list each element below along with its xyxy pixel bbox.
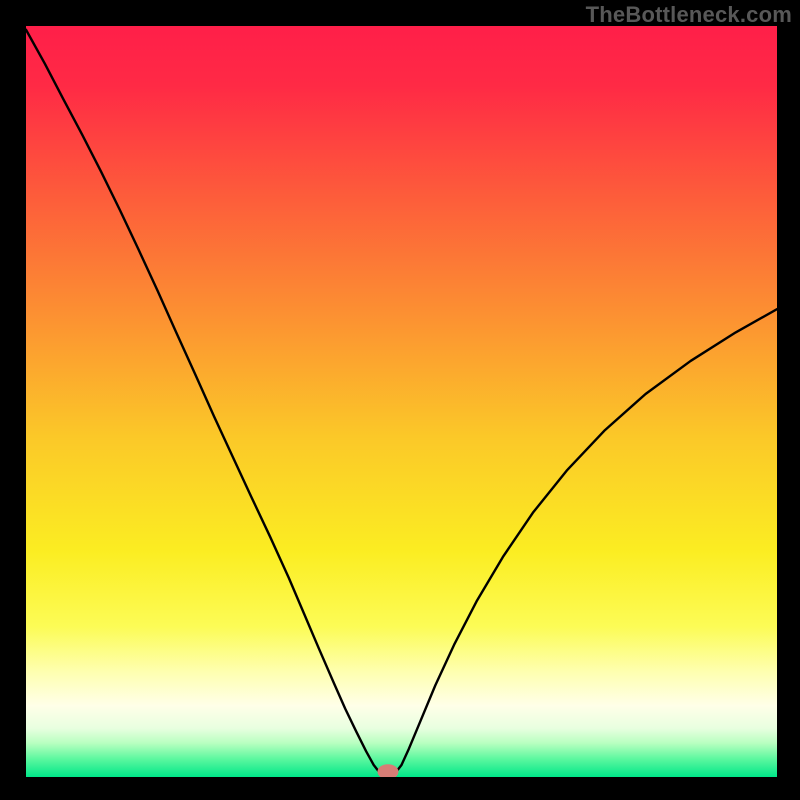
gradient-background <box>26 26 777 777</box>
chart-frame: TheBottleneck.com <box>0 0 800 800</box>
watermark-text: TheBottleneck.com <box>586 2 792 28</box>
chart-plot <box>26 26 777 777</box>
